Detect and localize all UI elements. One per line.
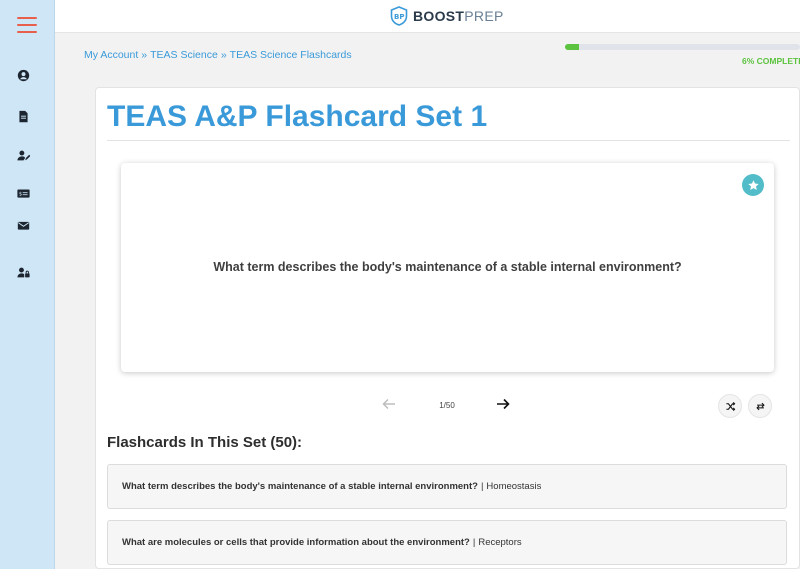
breadcrumb: My Account» TEAS Science» TEAS Science Fla… [84,49,352,61]
top-header: BP BOOSTPREP [55,0,800,33]
boostprep-logo[interactable]: BP BOOSTPREP [390,6,504,26]
list-item[interactable]: What are molecules or cells that provide… [107,520,787,565]
hamburger-menu-icon[interactable] [17,17,37,33]
document-icon[interactable] [14,107,32,125]
arrow-left-icon[interactable] [381,396,397,412]
svg-text:BP: BP [394,13,404,21]
shuffle-icon[interactable] [718,394,742,418]
user-edit-icon[interactable] [14,146,32,164]
sidebar: $ [0,0,55,569]
user-lock-icon[interactable] [14,263,32,281]
shield-logo-icon: BP [390,6,408,26]
card-counter: 1/50 [439,401,455,410]
flashcard[interactable]: What term describes the body's maintenan… [121,163,774,372]
mail-icon[interactable] [14,216,32,234]
breadcrumb-teas-science[interactable]: TEAS Science [150,49,218,61]
breadcrumb-my-account[interactable]: My Account [84,49,138,61]
title-divider [107,140,790,141]
flashcard-question: What term describes the body's maintenan… [213,260,682,274]
star-icon[interactable] [742,174,764,196]
logo-wordmark: BOOSTPREP [413,8,504,24]
progress-fill [565,44,580,50]
billing-icon[interactable]: $ [14,184,32,202]
flashcard-list-heading: Flashcards In This Set (50): [107,434,303,451]
progress-label: 6% COMPLETE [742,56,800,66]
list-item[interactable]: What term describes the body's maintenan… [107,464,787,509]
page-title: TEAS A&P Flashcard Set 1 [107,100,488,133]
arrow-right-icon[interactable] [495,396,511,412]
flashcard-set-panel: TEAS A&P Flashcard Set 1 What term descr… [95,87,800,569]
breadcrumb-teas-science-flashcards[interactable]: TEAS Science Flashcards [230,49,352,61]
progress-bar [565,44,800,50]
swap-icon[interactable] [748,394,772,418]
svg-text:$: $ [19,191,22,197]
account-icon[interactable] [14,66,32,84]
